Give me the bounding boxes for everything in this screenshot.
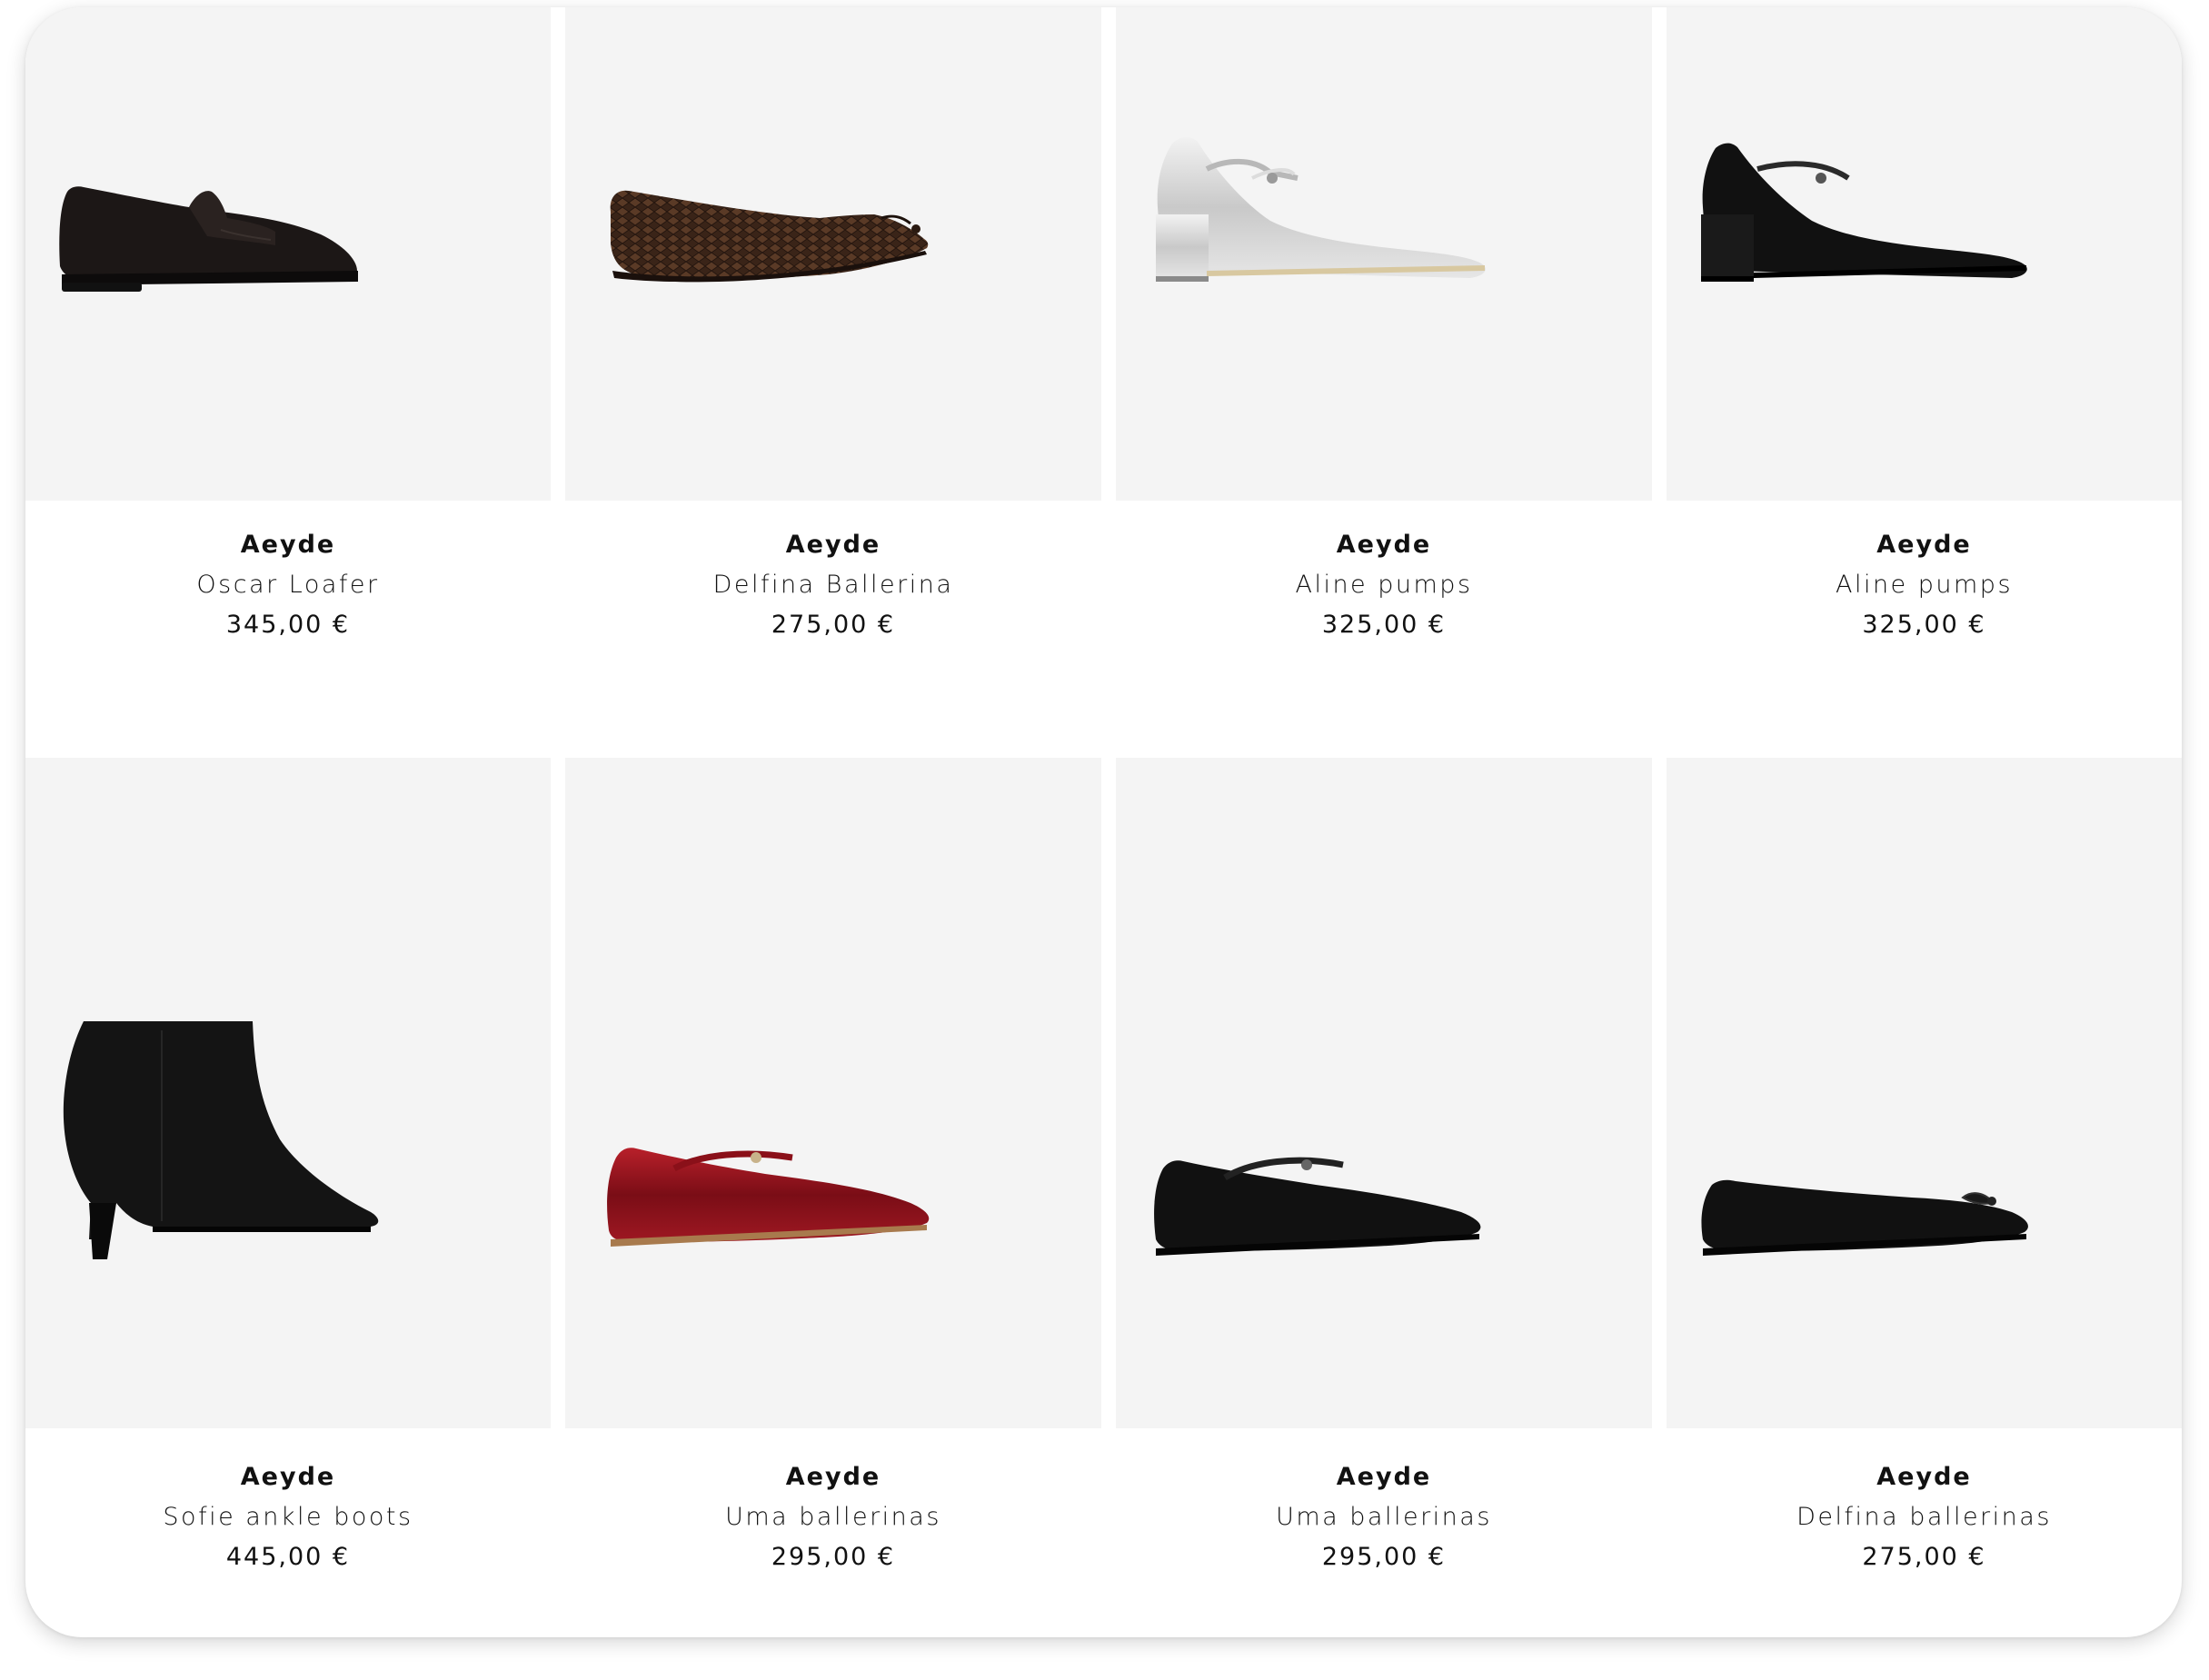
- product-price: 295,00 €: [771, 1543, 896, 1571]
- black-kitten-heel-ankle-boot-icon: [63, 1021, 379, 1259]
- product-card[interactable]: Aeyde Sofie ankle boots 445,00 €: [25, 758, 551, 1637]
- black-bow-ballerina-icon: [1701, 1179, 2028, 1256]
- product-image[interactable]: [1116, 758, 1652, 1428]
- product-image[interactable]: [565, 7, 1101, 501]
- product-name[interactable]: Aline pumps: [1667, 565, 2182, 605]
- product-brand: Aeyde: [785, 531, 881, 559]
- product-grid: Aeyde Oscar Loafer 345,00 € Aeyde Delfin…: [25, 7, 2182, 1637]
- product-name[interactable]: Uma ballerinas: [565, 1497, 1101, 1537]
- product-image[interactable]: [1667, 758, 2182, 1428]
- product-image[interactable]: [25, 7, 551, 501]
- product-name[interactable]: Delfina ballerinas: [1667, 1497, 2182, 1537]
- product-price: 295,00 €: [1321, 1543, 1447, 1571]
- product-card[interactable]: Aeyde Aline pumps 325,00 €: [1116, 7, 1652, 734]
- product-card[interactable]: Aeyde Oscar Loafer 345,00 €: [25, 7, 551, 734]
- product-brand: Aeyde: [240, 1463, 336, 1491]
- product-price: 275,00 €: [1862, 1543, 1986, 1571]
- red-patent-mary-jane-flat-icon: [607, 1148, 930, 1247]
- product-name[interactable]: Delfina Ballerina: [565, 565, 1101, 605]
- product-name[interactable]: Uma ballerinas: [1116, 1497, 1652, 1537]
- product-brand: Aeyde: [1336, 531, 1432, 559]
- product-card[interactable]: Aeyde Delfina Ballerina 275,00 €: [565, 7, 1101, 734]
- product-price: 345,00 €: [225, 611, 351, 639]
- brown-snakeskin-ballerina-icon: [610, 190, 929, 283]
- product-price: 445,00 €: [225, 1543, 351, 1571]
- product-name[interactable]: Oscar Loafer: [25, 565, 551, 605]
- black-suede-loafer-icon: [59, 186, 358, 292]
- product-brand: Aeyde: [1876, 531, 1972, 559]
- product-brand: Aeyde: [1876, 1463, 1972, 1491]
- product-image[interactable]: [1116, 7, 1652, 501]
- product-card[interactable]: Aeyde Uma ballerinas 295,00 €: [565, 758, 1101, 1637]
- product-price: 325,00 €: [1862, 611, 1986, 639]
- product-image[interactable]: [25, 758, 551, 1428]
- product-card[interactable]: Aeyde Uma ballerinas 295,00 €: [1116, 758, 1652, 1637]
- product-card[interactable]: Aeyde Aline pumps 325,00 €: [1667, 7, 2182, 734]
- product-brand: Aeyde: [1336, 1463, 1432, 1491]
- product-price: 325,00 €: [1321, 611, 1447, 639]
- black-mary-jane-flat-icon: [1154, 1157, 1481, 1256]
- product-name[interactable]: Sofie ankle boots: [25, 1497, 551, 1537]
- silver-mary-jane-pump-icon: [1156, 136, 1486, 282]
- product-brand: Aeyde: [240, 531, 336, 559]
- product-brand: Aeyde: [785, 1463, 881, 1491]
- product-image[interactable]: [565, 758, 1101, 1428]
- product-image[interactable]: [1667, 7, 2182, 501]
- product-name[interactable]: Aline pumps: [1116, 565, 1652, 605]
- product-price: 275,00 €: [771, 611, 896, 639]
- product-card[interactable]: Aeyde Delfina ballerinas 275,00 €: [1667, 758, 2182, 1637]
- black-mary-jane-pump-icon: [1701, 143, 2027, 282]
